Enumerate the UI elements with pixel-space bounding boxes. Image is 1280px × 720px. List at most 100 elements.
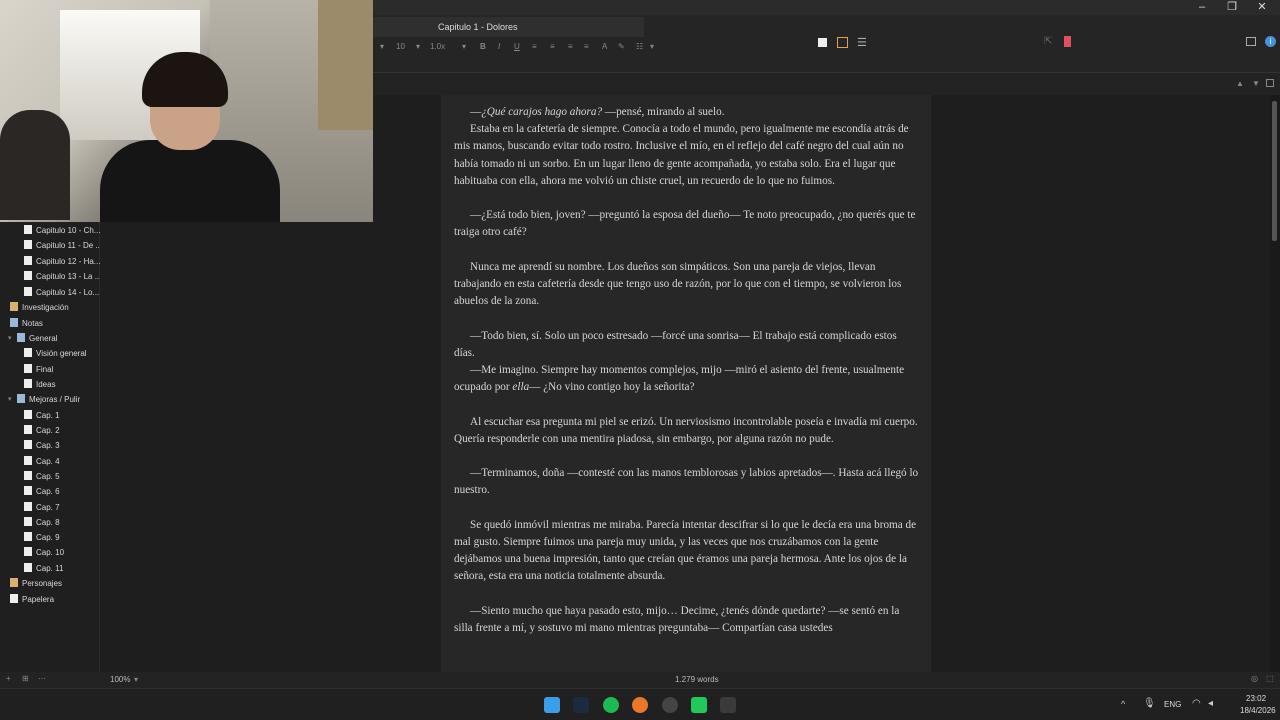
sidebar-item-capitulo-12[interactable]: Capitulo 12 - Ha... — [24, 255, 100, 269]
sidebar-item-personajes[interactable]: Personajes — [10, 577, 62, 591]
sidebar-item-capitulo-13[interactable]: Capitulo 13 - La ... — [24, 270, 101, 284]
document-icon — [24, 563, 32, 572]
paragraph: Se quedó inmóvil mientras me miraba. Par… — [454, 518, 917, 583]
fullscreen-icon[interactable]: ⬚ — [1266, 674, 1274, 683]
chevron-up-icon[interactable]: ^ — [1121, 699, 1125, 709]
add-folder-icon[interactable]: ⊞ — [22, 674, 29, 683]
chevron-down-icon[interactable]: ▼ — [1252, 79, 1260, 88]
document-page[interactable]: —¿Qué carajos hago ahora? —pensé, mirand… — [441, 95, 931, 672]
chevron-down-icon[interactable]: ▾ — [8, 393, 12, 407]
document-icon — [24, 240, 32, 249]
zoom-select[interactable]: 100% — [110, 675, 130, 684]
chevron-down-icon[interactable]: ▾ — [8, 332, 12, 346]
text-color-icon[interactable]: A — [602, 42, 607, 51]
document-text[interactable]: —¿Qué carajos hago ahora? —pensé, mirand… — [454, 104, 920, 637]
underline-icon[interactable]: U — [514, 42, 520, 51]
maximize-button[interactable]: ❐ — [1216, 0, 1248, 15]
clock-time[interactable]: 23:02 — [1246, 694, 1266, 703]
spotify-icon[interactable] — [603, 697, 619, 713]
italic-icon[interactable]: I — [498, 42, 500, 51]
green-app-icon[interactable] — [691, 697, 707, 713]
volume-icon[interactable]: ◂ — [1208, 698, 1213, 709]
sidebar-item-final[interactable]: Final — [24, 363, 53, 377]
document-icon — [24, 486, 32, 495]
sidebar-item-capitulo-10[interactable]: Capitulo 10 - Ch... — [24, 224, 100, 238]
clock-date[interactable]: 18/4/2026 — [1240, 706, 1276, 715]
zoom-chevron-icon[interactable]: ▾ — [134, 675, 138, 684]
add-item-icon[interactable]: + — [6, 674, 11, 683]
line-spacing-select[interactable]: 1.0x — [430, 42, 445, 51]
sidebar-item-cap-11[interactable]: Cap. 11 — [24, 562, 63, 576]
font-size-select[interactable]: 10 — [396, 42, 405, 51]
more-options-icon[interactable]: ⋯ — [38, 674, 46, 683]
sidebar-item-cap-8[interactable]: Cap. 8 — [24, 516, 60, 530]
align-right-icon[interactable]: ≡ — [584, 42, 589, 51]
sidebar-item-investigacion[interactable]: Investigación — [10, 301, 69, 315]
export-icon[interactable]: ⇱ — [1044, 36, 1052, 47]
bookmark-icon[interactable] — [1064, 36, 1071, 47]
sidebar-item-papelera[interactable]: Papelera — [10, 593, 54, 607]
sidebar-item-cap-10[interactable]: Cap. 10 — [24, 546, 64, 560]
word-count: 1.279 words — [675, 675, 719, 684]
sidebar-item-cap-5[interactable]: Cap. 5 — [24, 470, 60, 484]
list-chevron-icon[interactable]: ▾ — [650, 42, 654, 51]
sidebar-item-cap-3[interactable]: Cap. 3 — [24, 439, 60, 453]
sidebar-item-vision-general[interactable]: Visión general — [24, 347, 87, 361]
obs-icon[interactable] — [662, 697, 678, 713]
grid-view-icon[interactable] — [837, 37, 848, 48]
sidebar-item-ideas[interactable]: Ideas — [24, 378, 56, 392]
outline-view-icon[interactable]: ☰ — [857, 36, 867, 49]
steam-icon[interactable] — [573, 697, 589, 713]
close-button[interactable]: ✕ — [1246, 0, 1278, 15]
align-center-icon[interactable]: ≡ — [550, 42, 555, 51]
document-icon — [24, 256, 32, 265]
sidebar-item-mejoras-pulir[interactable]: ▾ Mejoras / Pulir — [8, 393, 80, 407]
firefox-icon[interactable] — [632, 697, 648, 713]
document-icon — [24, 456, 32, 465]
folder-icon — [10, 318, 18, 327]
document-icon — [24, 425, 32, 434]
folder-icon — [17, 394, 25, 403]
writing-app-icon[interactable] — [720, 697, 736, 713]
highlight-icon[interactable]: ✎ — [618, 42, 625, 51]
document-icon — [24, 379, 32, 388]
line-spacing-chevron-icon[interactable]: ▾ — [462, 42, 466, 51]
document-tab[interactable]: Capitulo 1 - Dolores — [372, 17, 644, 37]
bold-icon[interactable]: B — [480, 42, 486, 51]
paragraph: —Terminamos, doña —contesté con las mano… — [454, 467, 919, 497]
sidebar-item-general[interactable]: ▾ General — [8, 332, 57, 346]
font-dropdown-chevron-icon[interactable]: ▾ — [380, 42, 384, 51]
chevron-up-icon[interactable]: ▲ — [1236, 79, 1244, 88]
align-left-icon[interactable]: ≡ — [532, 42, 537, 51]
sidebar-item-cap-2[interactable]: Cap. 2 — [24, 424, 60, 438]
info-icon[interactable]: i — [1265, 36, 1276, 47]
document-icon — [24, 440, 32, 449]
editor-scrollbar[interactable] — [1270, 95, 1280, 672]
single-page-view-icon[interactable] — [818, 38, 827, 47]
target-icon[interactable]: ◎ — [1251, 674, 1258, 683]
list-icon[interactable]: ☷ — [636, 42, 643, 51]
font-size-chevron-icon[interactable]: ▾ — [416, 42, 420, 51]
sidebar-item-cap-6[interactable]: Cap. 6 — [24, 485, 60, 499]
os-taskbar: ^ 🎙 ENG ◠ ◂ 23:02 18/4/2026 — [0, 688, 1280, 720]
sidebar-item-cap-7[interactable]: Cap. 7 — [24, 501, 60, 515]
document-icon — [24, 502, 32, 511]
sidebar-item-capitulo-11[interactable]: Capitulo 11 - De ... — [24, 239, 102, 253]
language-indicator[interactable]: ENG — [1164, 700, 1181, 709]
panel-toggle-icon[interactable] — [1246, 37, 1256, 46]
status-bar: + ⊞ ⋯ 100% ▾ 1.279 words ◎ ⬚ — [0, 672, 1280, 688]
paragraph: —¿Está todo bien, joven? —preguntó la es… — [454, 209, 916, 239]
scrollbar-thumb[interactable] — [1272, 101, 1277, 241]
split-view-icon[interactable] — [1266, 79, 1274, 87]
minimize-button[interactable]: – — [1186, 0, 1218, 15]
microphone-icon[interactable]: 🎙 — [1143, 698, 1156, 709]
document-icon — [24, 287, 32, 296]
sidebar-item-notas[interactable]: Notas — [10, 317, 43, 331]
align-justify-icon[interactable]: ≡ — [568, 42, 573, 51]
sidebar-item-capitulo-14[interactable]: Capitulo 14 - Lo... — [24, 286, 99, 300]
windows-start-icon[interactable] — [544, 697, 560, 713]
wifi-icon[interactable]: ◠ — [1192, 698, 1201, 709]
sidebar-item-cap-9[interactable]: Cap. 9 — [24, 531, 60, 545]
sidebar-item-cap-4[interactable]: Cap. 4 — [24, 455, 60, 469]
sidebar-item-cap-1[interactable]: Cap. 1 — [24, 409, 60, 423]
